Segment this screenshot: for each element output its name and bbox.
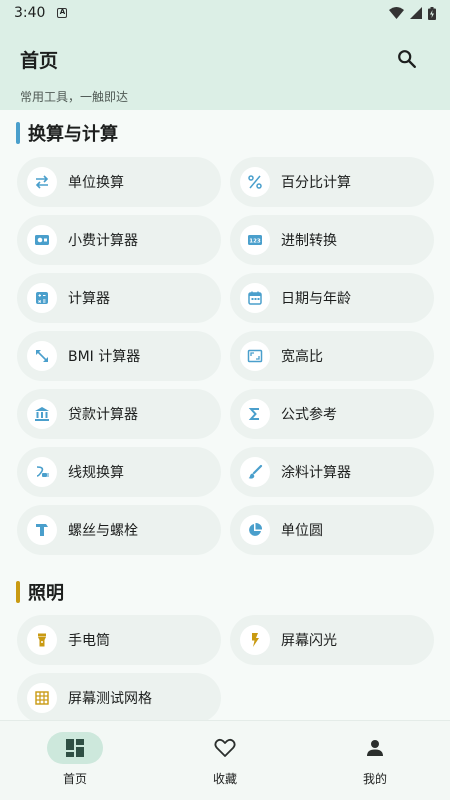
flashlight-icon [27,625,57,655]
notification-icon: A [57,8,68,18]
section-title: 换算与计算 [28,124,118,145]
tool-calculator[interactable]: 计算器 [17,273,221,323]
tool-label: 单位换算 [68,175,124,191]
nav-favorites[interactable]: 收藏 [150,721,300,800]
tool-label: 贷款计算器 [68,407,138,423]
cellular-icon [410,7,422,19]
tool-unit-conversion[interactable]: 单位换算 [17,157,221,207]
aspect-ratio-icon [240,341,270,371]
tool-unit-circle[interactable]: 单位圆 [230,505,434,555]
nav-icon-container [197,732,253,764]
tool-label: 进制转换 [281,233,337,249]
tool-formula-reference[interactable]: 公式参考 [230,389,434,439]
tool-label: 线规换算 [68,465,124,481]
calculator-icon [27,283,57,313]
tool-label: 宽高比 [281,349,323,365]
pie-chart-icon [240,515,270,545]
tool-label: 屏幕闪光 [281,633,337,649]
tool-label: 单位圆 [281,523,323,539]
tool-loan-calculator[interactable]: 贷款计算器 [17,389,221,439]
tool-label: 计算器 [68,291,110,307]
tool-label: 手电筒 [68,633,110,649]
tool-label: 小费计算器 [68,233,138,249]
sigma-icon [240,399,270,429]
heart-outline-icon [214,738,236,757]
nav-home[interactable]: 首页 [0,721,150,800]
status-time: 3:40 [14,5,46,21]
tool-label: 公式参考 [281,407,337,423]
tool-bmi-calculator[interactable]: BMI 计算器 [17,331,221,381]
app-header: 首页 常用工具，一触即达 [0,26,450,110]
svg-text:123: 123 [249,239,261,245]
swap-arrows-icon [27,167,57,197]
flash-bolt-icon [240,625,270,655]
section-accent-bar [16,122,20,144]
status-bar: 3:40 A [0,0,450,26]
battery-icon [428,6,436,20]
tool-label: 日期与年龄 [281,291,351,307]
tool-flashlight[interactable]: 手电筒 [17,615,221,665]
tool-base-conversion[interactable]: 123 进制转换 [230,215,434,265]
section-header-lighting: 照明 [16,579,64,605]
section-accent-bar [16,581,20,603]
tool-label: 屏幕测试网格 [68,691,152,707]
nav-label: 收藏 [212,772,237,786]
tool-date-age[interactable]: 日期与年龄 [230,273,434,323]
nav-icon-container [347,732,403,764]
tool-wire-gauge[interactable]: 线规换算 [17,447,221,497]
status-icons [389,6,436,20]
nav-active-indicator [47,732,103,764]
diagonal-resize-icon [27,341,57,371]
tools-list[interactable]: 换算与计算 单位换算 百分比计算 小费计算器 123 进制转换 计算器 日期与年… [0,110,450,720]
grid-icon [27,683,57,713]
hardware-bolt-icon [27,515,57,545]
number-123-icon: 123 [240,225,270,255]
section-header-conversion: 换算与计算 [16,120,118,146]
cable-icon [27,457,57,487]
tool-paint-calculator[interactable]: 涂料计算器 [230,447,434,497]
tool-tip-calculator[interactable]: 小费计算器 [17,215,221,265]
calendar-icon [240,283,270,313]
nav-profile[interactable]: 我的 [300,721,450,800]
tool-aspect-ratio[interactable]: 宽高比 [230,331,434,381]
nav-label: 我的 [362,772,387,786]
page-title: 首页 [20,50,59,72]
bank-icon [27,399,57,429]
tool-label: 螺丝与螺栓 [68,523,138,539]
page-subtitle: 常用工具，一触即达 [20,90,129,104]
person-icon [367,740,383,756]
dashboard-icon [66,739,84,757]
brush-icon [240,457,270,487]
tool-label: 涂料计算器 [281,465,351,481]
tool-label: BMI 计算器 [68,349,141,365]
wifi-icon [389,7,404,19]
nav-label: 首页 [62,772,87,786]
tool-screen-flash[interactable]: 屏幕闪光 [230,615,434,665]
cash-icon [27,225,57,255]
section-title: 照明 [28,583,64,604]
tool-label: 百分比计算 [281,175,351,191]
search-icon[interactable] [396,48,418,70]
percent-icon [240,167,270,197]
bottom-navigation: 首页 收藏 我的 [0,720,450,800]
tool-screen-test-grid[interactable]: 屏幕测试网格 [17,673,221,720]
tool-screws-bolts[interactable]: 螺丝与螺栓 [17,505,221,555]
tool-percentage[interactable]: 百分比计算 [230,157,434,207]
